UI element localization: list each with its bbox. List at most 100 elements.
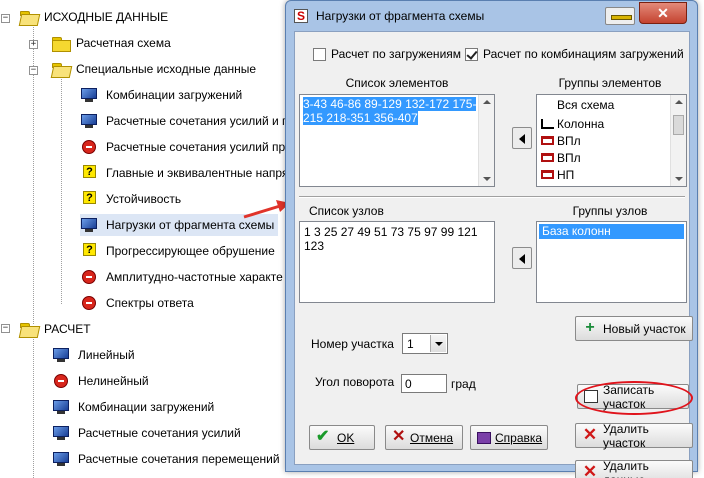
element-groups-caption: Группы элементов (558, 76, 662, 90)
scroll-up-icon[interactable] (675, 100, 683, 104)
elements-list-field[interactable]: 3-43 46-86 89-129 132-172 175-215 218-35… (299, 94, 495, 187)
tree-item-design-force-combos-2[interactable]: Расчетные сочетания усилий пр (80, 136, 285, 158)
tree-item-principal-stresses[interactable]: ? Главные и эквивалентные напря (80, 162, 288, 184)
column-icon (541, 118, 554, 129)
stop-icon (80, 139, 98, 155)
expand-toggle[interactable]: + (29, 40, 38, 49)
collapse-toggle[interactable]: − (1, 324, 10, 333)
angle-label: Угол поворота (315, 375, 395, 389)
tree-line (61, 76, 62, 304)
tree-item-load-combinations-calc[interactable]: Комбинации загружений (52, 396, 214, 418)
dialog-body: Расчет по загружениям Расчет по комбинац… (294, 31, 693, 478)
add-node-group-button[interactable] (512, 247, 532, 269)
node-groups-list[interactable]: База колонн (536, 221, 687, 303)
tree-item-stability[interactable]: ? Устойчивость (80, 188, 181, 210)
elements-scrollbar[interactable] (478, 95, 494, 186)
list-item[interactable]: НП (541, 166, 669, 183)
dialog-titlebar[interactable]: Нагрузки от фрагмента схемы ✕ (294, 2, 694, 27)
add-element-group-button[interactable] (512, 127, 532, 149)
folder-open-icon (52, 62, 70, 76)
slab-icon (541, 136, 554, 145)
monitor-icon (80, 217, 98, 233)
dialog-title: Нагрузки от фрагмента схемы (316, 9, 485, 23)
tree-item-design-scheme[interactable]: Расчетная схема (52, 32, 171, 54)
delete-section-button[interactable]: ✕ Удалить участок (575, 422, 693, 450)
separator (299, 196, 685, 198)
section-number-select[interactable]: 1 (402, 333, 448, 354)
list-item[interactable]: Колонна (541, 115, 669, 132)
element-groups-list[interactable]: Вся схема Колонна ВПл ВПл НП (536, 94, 687, 187)
tree-item-label: Устойчивость (106, 192, 182, 206)
tree-item-label: Расчетная схема (76, 36, 171, 50)
collapse-toggle[interactable]: − (1, 14, 10, 23)
stop-icon (52, 373, 70, 389)
tree-item-label: Комбинации загружений (78, 400, 215, 414)
list-item[interactable]: База колонн (539, 224, 684, 239)
monitor-icon (52, 451, 70, 467)
monitor-icon (52, 347, 70, 363)
tree-item-frequency-response[interactable]: Амплитудно-частотные характе (80, 266, 283, 288)
list-item[interactable]: ВПл (541, 149, 669, 166)
tree-item-label: Спектры ответа (106, 296, 194, 310)
book-icon (477, 431, 491, 444)
delete-data-button[interactable]: ✕ Удалить данные (575, 459, 693, 478)
plus-icon: + (585, 318, 595, 336)
checkbox-checked-icon[interactable] (465, 47, 478, 61)
chevron-down-icon[interactable] (430, 335, 446, 352)
list-item[interactable]: ВПл (541, 132, 669, 149)
slab-icon (541, 153, 554, 162)
tree-item-design-force-combos[interactable]: Расчетные сочетания усилий и п (80, 110, 289, 132)
scroll-up-icon[interactable] (483, 100, 491, 104)
folder-open-icon (20, 10, 38, 24)
list-item[interactable]: Вся схема (541, 98, 669, 115)
monitor-icon (80, 87, 98, 103)
folder-icon (52, 36, 71, 52)
tree-item-initial-data[interactable]: ИСХОДНЫЕ ДАННЫЕ (20, 6, 168, 28)
checkmark-icon: ✔ (316, 427, 330, 445)
tree-item-special-data[interactable]: Специальные исходные данные (52, 58, 256, 80)
scroll-down-icon[interactable] (483, 177, 491, 181)
slab-icon (541, 170, 554, 179)
ok-button[interactable]: ✔ OK (309, 425, 375, 450)
check-by-loads-label: Расчет по загружениям (331, 47, 462, 61)
monitor-icon (52, 425, 70, 441)
tree-item-response-spectra[interactable]: Спектры ответа (80, 292, 194, 314)
app-icon (294, 9, 308, 23)
scroll-thumb[interactable] (673, 115, 684, 135)
cancel-button[interactable]: ✕ Отмена (385, 425, 463, 450)
annotation-circle (575, 381, 693, 415)
tree-item-progressive-collapse[interactable]: ? Прогрессирующее обрушение (80, 240, 275, 262)
nodes-list-field[interactable]: 1 3 25 27 49 51 73 75 97 99 121 123 (299, 221, 495, 303)
close-button[interactable]: ✕ (639, 2, 687, 24)
tree-item-displacement-combos[interactable]: Расчетные сочетания перемещений (52, 448, 280, 470)
node-groups-caption: Группы узлов (572, 204, 648, 218)
elements-caption: Список элементов (345, 76, 449, 90)
angle-input[interactable]: 0 (401, 374, 447, 393)
folder-open-icon (20, 322, 38, 336)
tree-item-calculation[interactable]: РАСЧЕТ (20, 318, 91, 340)
tree-item-label: Расчетные сочетания усилий и п (106, 114, 289, 128)
tree-item-label: Комбинации загружений (106, 88, 243, 102)
tree-line (33, 336, 34, 478)
new-section-button[interactable]: + Новый участок (575, 316, 693, 341)
stop-icon (80, 295, 98, 311)
help-button[interactable]: Справка (470, 425, 548, 450)
ruler-icon[interactable] (605, 7, 635, 25)
tree-item-label: РАСЧЕТ (44, 322, 91, 336)
nodes-caption: Список узлов (309, 204, 384, 218)
question-icon: ? (80, 191, 98, 207)
monitor-icon (52, 399, 70, 415)
tree-item-load-combinations[interactable]: Комбинации загружений (80, 84, 242, 106)
monitor-icon (80, 113, 98, 129)
check-by-load-combos[interactable]: Расчет по комбинациям загружений (465, 47, 684, 61)
collapse-toggle[interactable]: − (29, 66, 38, 75)
tree-item-nonlinear[interactable]: Нелинейный (52, 370, 149, 392)
x-delete-icon: ✕ (582, 461, 598, 478)
scroll-down-icon[interactable] (675, 177, 683, 181)
tree-item-label: Специальные исходные данные (76, 62, 257, 76)
tree-item-linear[interactable]: Линейный (52, 344, 135, 366)
check-by-loads[interactable]: Расчет по загружениям (313, 47, 461, 61)
element-groups-scrollbar[interactable] (670, 95, 686, 186)
tree-item-design-force-combos-calc[interactable]: Расчетные сочетания усилий (52, 422, 241, 444)
checkbox-icon[interactable] (313, 47, 326, 61)
